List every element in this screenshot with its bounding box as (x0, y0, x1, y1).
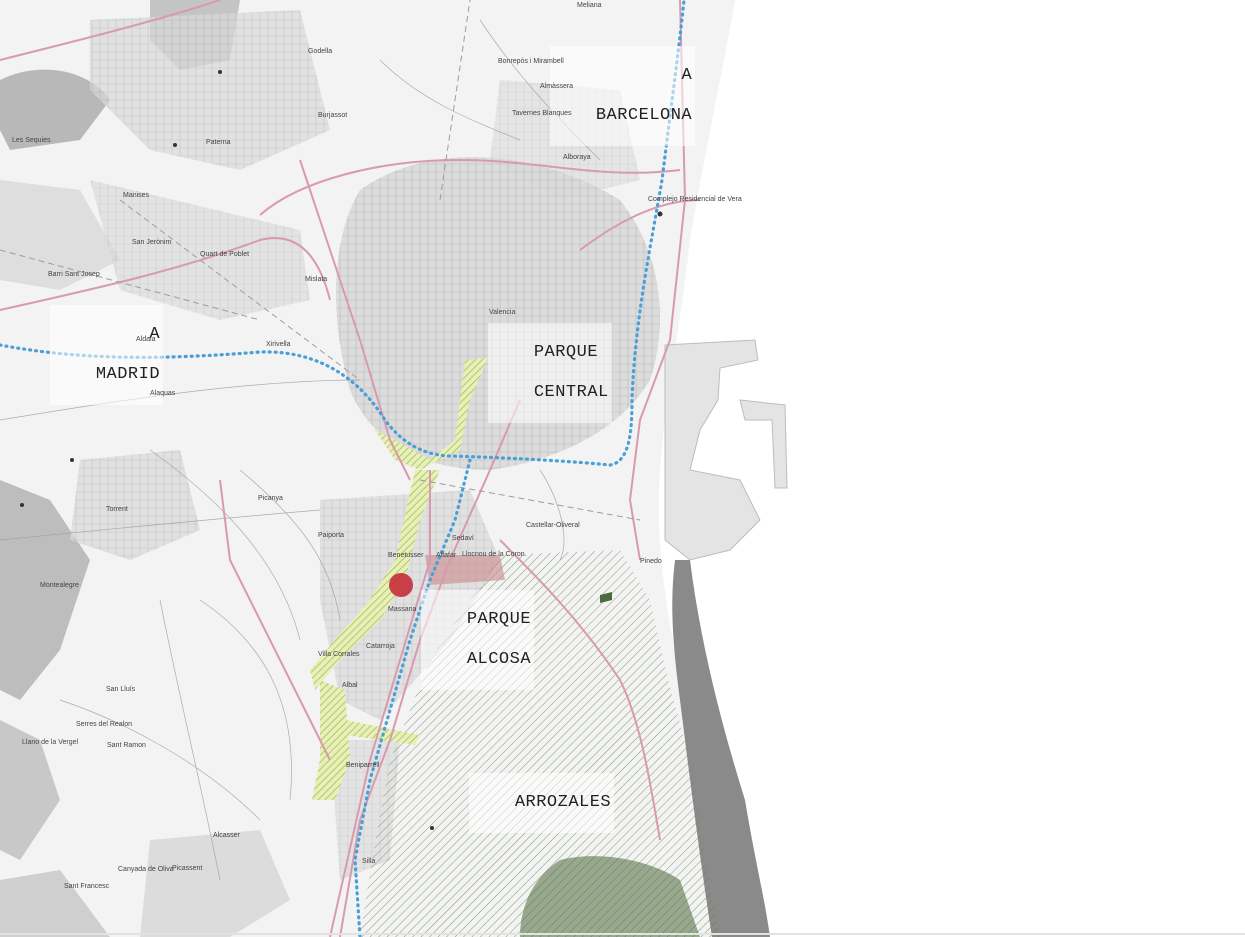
town-label-paiporta: Paiporta (318, 532, 345, 539)
town-label-alboraya: Alboraya (563, 154, 591, 161)
town-label-tavernes-blanques: Tavernes Blanques (512, 110, 572, 117)
callout-parque-central: PARQUE CENTRAL (488, 323, 612, 423)
callout-arrozales: ARROZALES (469, 773, 615, 833)
callout-barcelona: A BARCELONA (550, 46, 696, 146)
town-label-san-luis: San Lluís (106, 686, 136, 693)
callout-arrozales-text: ARROZALES (514, 793, 612, 812)
town-label-manises: Manises (123, 192, 150, 199)
town-label-lloc-nou: Llocnou de la Coron. (462, 551, 527, 558)
port (664, 339, 761, 561)
town-label-xirivella: Xirivella (266, 341, 291, 348)
town-label-paterna: Paterna (206, 139, 231, 146)
town-label-pinedo: Pinedo (640, 558, 662, 565)
town-label-les-sequies: Les Sequies (12, 137, 51, 144)
town-label-meliana: Meliana (577, 2, 602, 9)
town-label-alaquas: Alaquas (150, 390, 176, 397)
town-label-alfafar: Alfafar (436, 552, 457, 559)
callout-parque-central-line2: CENTRAL (533, 383, 609, 402)
town-label-torrent: Torrent (106, 506, 128, 513)
callout-parque-central-line1: PARQUE (533, 343, 599, 362)
town-label-alcasser: Alcasser (213, 832, 240, 839)
town-label-burjassot: Burjassot (318, 112, 348, 119)
map-canvas[interactable]: A BARCELONA A MADRID PARQUE CENTRAL PARQ… (0, 0, 1245, 937)
callout-barcelona-line1: A (681, 66, 693, 85)
town-label-sedavi: Sedaví (452, 535, 474, 542)
town-label-catarroja: Catarroja (366, 643, 395, 650)
town-label-castellar: Castellar-Oliveral (526, 522, 580, 529)
alcosa-marker (389, 573, 413, 597)
town-label-massana: Massana (388, 606, 417, 613)
town-label-benetusser: Benetusser (388, 552, 424, 559)
callout-barcelona-line2: BARCELONA (595, 106, 693, 125)
town-label-albal: Albal (342, 682, 358, 689)
town-label-silla: Silla (362, 858, 376, 865)
town-label-san-francisco: Sant Francesc (64, 883, 110, 890)
town-label-llano: Llano de la Vergel (22, 739, 79, 746)
callout-madrid: A MADRID (50, 305, 164, 405)
callout-parque-alcosa: PARQUE ALCOSA (421, 590, 535, 690)
town-label-godella: Godella (308, 48, 333, 55)
town-label-villa-corrales: Villa Corrales (318, 651, 360, 658)
town-label-valencia: Valencia (489, 309, 516, 316)
town-label-complejo: Complejo Residencial de Vera (648, 196, 742, 203)
town-label-picassent: Picassent (172, 865, 203, 872)
town-label-barri-san-jose: Barri Sant Josep (48, 271, 100, 278)
alcosa-zone (425, 555, 505, 585)
callout-madrid-line2: MADRID (95, 365, 161, 384)
town-label-montealegre: Montealegre (40, 582, 79, 589)
town-label-aldaia: Aldaia (136, 336, 156, 343)
town-label-canyada: Canyada de Oliva (118, 866, 174, 873)
town-label-beniparrell: Beniparrell (346, 762, 380, 769)
town-label-sierra: Serres del Realon (76, 721, 133, 728)
callout-parque-alcosa-line2: ALCOSA (466, 650, 532, 669)
town-label-bonrepos: Bonrepòs i Mirambell (498, 58, 564, 65)
town-label-san-isidro: San Jerònim (132, 239, 172, 246)
callout-parque-alcosa-line1: PARQUE (466, 610, 532, 629)
port-breakwater (739, 399, 788, 489)
town-label-picanya: Picanya (258, 495, 283, 502)
town-label-quart: Quart de Poblet (200, 251, 250, 258)
town-label-mislata: Mislata (305, 276, 328, 283)
town-label-almassera: Almàssera (540, 83, 574, 90)
town-label-sant-ramon: Sant Ramon (107, 742, 146, 749)
